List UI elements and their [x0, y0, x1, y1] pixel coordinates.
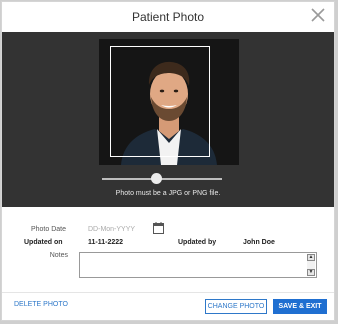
patient-photo-dialog: Patient Photo Photo must be a JPG or PNG…	[1, 1, 335, 321]
photo-format-hint: Photo must be a JPG or PNG file.	[115, 190, 221, 197]
close-icon[interactable]	[310, 7, 326, 23]
zoom-slider-track[interactable]	[102, 178, 222, 180]
delete-photo-link[interactable]: DELETE PHOTO	[14, 301, 68, 308]
footer-divider	[2, 292, 334, 293]
notes-textarea[interactable]: ▲ ▼	[79, 252, 317, 278]
updated-on-value: 11-11-2222	[88, 239, 124, 246]
dialog-header: Patient Photo	[2, 2, 334, 32]
zoom-slider-thumb[interactable]	[150, 173, 162, 184]
scroll-up-icon[interactable]: ▲	[307, 254, 315, 261]
photo-editor-panel: Photo must be a JPG or PNG file.	[2, 32, 334, 207]
notes-scrollbar[interactable]: ▲ ▼	[307, 254, 315, 276]
photo-date-input[interactable]: DD-Mon-YYYY	[88, 226, 144, 233]
calendar-icon[interactable]	[153, 222, 164, 234]
photo-date-label: Photo Date	[30, 226, 66, 233]
updated-by-label: Updated by	[178, 239, 217, 246]
dialog-title: Patient Photo	[131, 10, 205, 24]
save-exit-button[interactable]: SAVE & EXIT	[273, 299, 327, 314]
scroll-down-icon[interactable]: ▼	[307, 269, 315, 276]
crop-frame[interactable]	[110, 46, 210, 157]
notes-label: Notes	[49, 252, 68, 259]
updated-on-label: Updated on	[24, 239, 63, 246]
notes-value	[80, 253, 316, 257]
change-photo-button[interactable]: CHANGE PHOTO	[205, 299, 267, 314]
updated-by-value: John Doe	[243, 239, 275, 246]
